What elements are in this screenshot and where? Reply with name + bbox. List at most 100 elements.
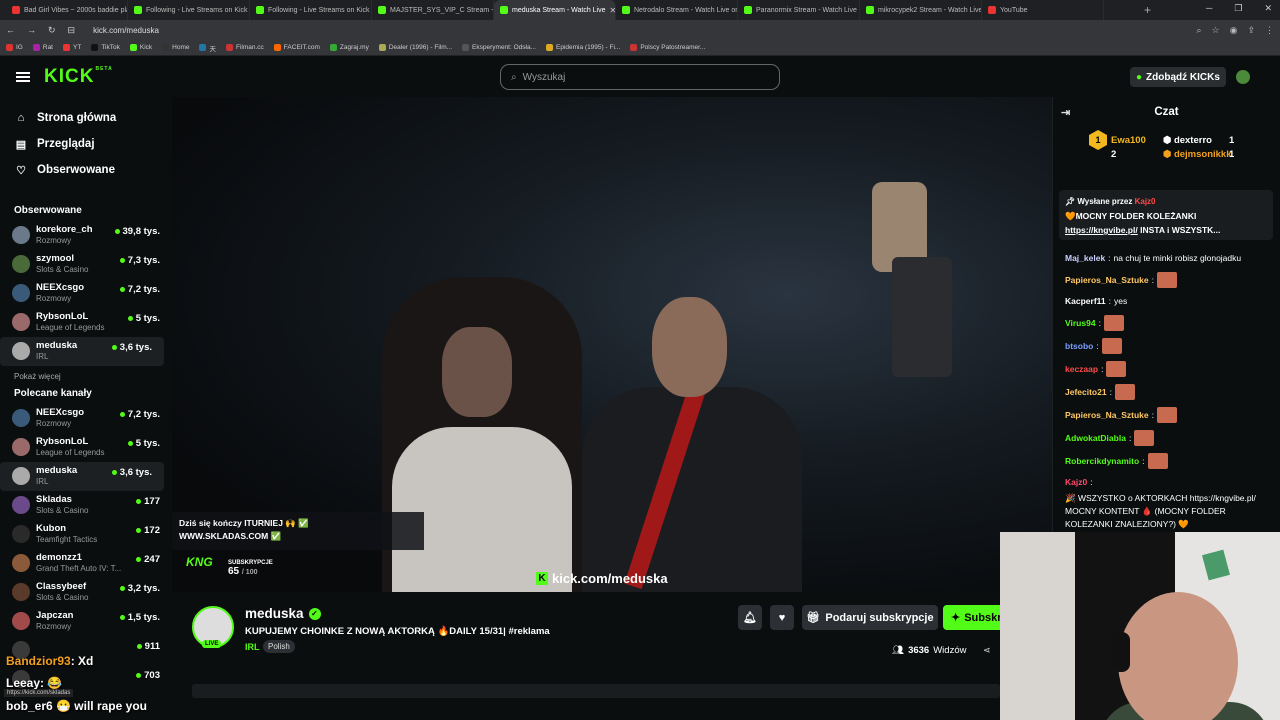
chat-username[interactable]: keczaap bbox=[1065, 363, 1098, 376]
stream-category[interactable]: IRL bbox=[245, 642, 260, 652]
bookmark-item[interactable]: Zagraj.my bbox=[329, 44, 369, 51]
collapse-chat-icon[interactable]: ⇥ bbox=[1061, 106, 1070, 119]
sidebar-channel[interactable]: demonzz1 Grand Theft Auto IV: T... 247 bbox=[0, 549, 172, 578]
browser-tab[interactable]: MAJSTER_SYS_VIP_C Stream - Watch bbox=[372, 0, 494, 20]
extension-icon[interactable]: ◉ bbox=[1230, 25, 1238, 36]
language-tag[interactable]: Polish bbox=[263, 640, 295, 653]
viewers-icon: 👥︎ bbox=[892, 645, 905, 656]
pinned-message[interactable]: 📌︎ Wysłane przez Kajz0 🧡MOCNY FOLDER KOL… bbox=[1059, 190, 1273, 240]
chat-username[interactable]: Papieros_Na_Sztuke bbox=[1065, 274, 1149, 287]
chat-username[interactable]: Jefecito21 bbox=[1065, 386, 1107, 399]
chat-message[interactable]: keczaap: bbox=[1065, 361, 1273, 377]
channel-avatar bbox=[12, 467, 30, 485]
chat-username[interactable]: btsobo bbox=[1065, 340, 1093, 353]
sidebar-channel[interactable]: korekore_ch Rozmowy 39,8 tys. bbox=[0, 221, 172, 250]
zoom-icon[interactable]: ⌕ bbox=[1196, 25, 1201, 36]
new-tab-icon[interactable]: + bbox=[1144, 3, 1151, 17]
chat-username[interactable]: Virus94 bbox=[1065, 317, 1096, 330]
chat-username[interactable]: Robercikdynamito bbox=[1065, 455, 1139, 468]
bookmark-item[interactable]: Eksperyment: Odsła... bbox=[462, 44, 536, 51]
bookmark-item[interactable]: Filman.cc bbox=[225, 44, 264, 51]
video-player[interactable]: Dziś się kończy ITURNIEJ 🙌 ✅ WWW.SKLADAS… bbox=[172, 97, 1052, 592]
nav-home[interactable]: ⌂ Strona główna bbox=[0, 105, 172, 131]
chat-message[interactable]: Maj_kelek: na chuj te minki robisz glonoj… bbox=[1065, 252, 1273, 265]
chat-message[interactable]: Robercikdynamito: bbox=[1065, 453, 1273, 469]
bookmark-item[interactable]: Dealer (1996) - Film... bbox=[378, 44, 452, 51]
subscribe-button[interactable]: ✦Subskrybuj bbox=[943, 605, 1003, 630]
sidebar-channel[interactable]: Kubon Teamfight Tactics 172 bbox=[0, 520, 172, 549]
sidebar-channel[interactable]: RybsonLoL League of Legends 5 tys. bbox=[0, 308, 172, 337]
show-more-link[interactable]: Pokaż więcej bbox=[0, 366, 172, 386]
bookmark-item[interactable]: FACEIT.com bbox=[273, 44, 320, 51]
browser-tab[interactable]: Bad Girl Vibes ~ 2000s baddie playli bbox=[6, 0, 128, 20]
chat-message[interactable]: Kacperf11: yes bbox=[1065, 295, 1273, 308]
tab-favicon-icon bbox=[988, 6, 996, 14]
nav-browse[interactable]: ▤ Przeglądaj bbox=[0, 131, 172, 157]
bookmark-item[interactable]: YT bbox=[63, 44, 81, 51]
sidebar-channel[interactable]: NEEXcsgo Rozmowy 7,2 tys. bbox=[0, 404, 172, 433]
chat-message[interactable]: Papieros_Na_Sztuke: bbox=[1065, 272, 1273, 288]
chat-username[interactable]: AdwokatDiabla bbox=[1065, 432, 1126, 445]
bookmark-item[interactable]: Home bbox=[162, 44, 189, 51]
forward-icon[interactable]: → bbox=[27, 25, 36, 35]
user-avatar[interactable] bbox=[1236, 70, 1250, 84]
sidebar-channel[interactable]: meduska IRL 3,6 tys. bbox=[0, 462, 164, 491]
menu-icon[interactable]: ⋮ bbox=[1265, 25, 1274, 36]
bookmark-item[interactable]: Polscy Patostreamer... bbox=[630, 44, 705, 51]
sidebar-channel[interactable]: NEEXcsgo Rozmowy 7,2 tys. bbox=[0, 279, 172, 308]
get-kicks-button[interactable]: ● Zdobądź KICKs bbox=[1130, 67, 1226, 87]
browser-tab[interactable]: Netrodalo Stream - Watch Live on K bbox=[616, 0, 738, 20]
maximize-icon[interactable]: ❐ bbox=[1234, 3, 1242, 14]
browser-tab[interactable]: Paranormix Stream - Watch Live on K bbox=[738, 0, 860, 20]
follow-button[interactable]: ♥ bbox=[770, 605, 794, 630]
close-window-icon[interactable]: ✕ bbox=[1264, 3, 1272, 14]
bookmark-item[interactable]: Kick bbox=[129, 44, 152, 51]
browser-tab[interactable]: Following - Live Streams on Kick bbox=[250, 0, 372, 20]
sidebar-channel[interactable]: szymool Slots & Casino 7,3 tys. bbox=[0, 250, 172, 279]
chat-username[interactable]: Kacperf11 bbox=[1065, 295, 1106, 308]
site-info-icon[interactable]: ⊟ bbox=[68, 25, 76, 36]
share-icon[interactable]: ⋖ bbox=[983, 645, 991, 656]
pinned-link[interactable]: https://kngvibe.pl/ bbox=[1065, 225, 1138, 235]
url-field[interactable]: kick.com/meduska bbox=[93, 26, 159, 35]
badge-icon: ⬢ bbox=[1163, 135, 1174, 146]
share-icon[interactable]: ⇪ bbox=[1247, 25, 1255, 36]
reload-icon[interactable]: ↻ bbox=[48, 25, 56, 36]
chat-message[interactable]: Papieros_Na_Sztuke: bbox=[1065, 407, 1273, 423]
minimize-icon[interactable]: ─ bbox=[1206, 3, 1212, 14]
tab-favicon-icon bbox=[134, 6, 142, 14]
chat-message[interactable]: AdwokatDiabla: bbox=[1065, 430, 1273, 446]
sidebar-channel[interactable]: RybsonLoL League of Legends 5 tys. bbox=[0, 433, 172, 462]
gift-subs-button[interactable]: 🎁︎ Podaruj subskrypcje bbox=[802, 605, 938, 630]
bookmark-item[interactable]: IG bbox=[6, 44, 23, 51]
browser-tab[interactable]: mikrocypek2 Stream - Watch Live on bbox=[860, 0, 982, 20]
channel-avatar bbox=[12, 226, 30, 244]
hamburger-menu-icon[interactable] bbox=[16, 72, 30, 82]
sidebar-channel[interactable]: Classybeef Slots & Casino 3,2 tys. bbox=[0, 578, 172, 607]
bookmark-item[interactable]: 天 bbox=[199, 43, 216, 53]
star-icon[interactable]: ☆ bbox=[1212, 25, 1220, 36]
chat-message[interactable]: Kajz0: 🎉 WSZYSTKO o AKTORKACH https://kng… bbox=[1065, 476, 1273, 531]
chat-username[interactable]: Maj_kelek bbox=[1065, 252, 1105, 265]
notification-bell-button[interactable]: 🔔︎ bbox=[738, 605, 762, 630]
back-icon[interactable]: ← bbox=[6, 25, 15, 35]
nav-following[interactable]: ♡ Obserwowane bbox=[0, 157, 172, 183]
chat-username[interactable]: Kajz0 bbox=[1065, 476, 1087, 489]
browser-tab[interactable]: Following - Live Streams on Kick bbox=[128, 0, 250, 20]
sidebar-channel[interactable]: Japczan Rozmowy 1,5 tys. bbox=[0, 607, 172, 636]
bookmark-item[interactable]: Rat bbox=[32, 44, 53, 51]
chat-message[interactable]: btsobo: bbox=[1065, 338, 1273, 354]
chat-message[interactable]: Virus94: bbox=[1065, 315, 1273, 331]
chat-message[interactable]: Jefecito21: bbox=[1065, 384, 1273, 400]
kick-logo[interactable]: KICKBETA bbox=[44, 66, 113, 88]
chat-username[interactable]: Papieros_Na_Sztuke bbox=[1065, 409, 1149, 422]
browser-tab[interactable]: meduska Stream - Watch Live ✕ bbox=[494, 0, 616, 20]
sidebar-channel[interactable]: Skladas Slots & Casino 177 bbox=[0, 491, 172, 520]
browser-tab[interactable]: YouTube bbox=[982, 0, 1104, 20]
sidebar-channel[interactable]: meduska IRL 3,6 tys. bbox=[0, 337, 164, 366]
bookmark-item[interactable]: TikTok bbox=[91, 44, 120, 51]
heart-icon: ♡ bbox=[16, 164, 26, 177]
phone-mount bbox=[892, 257, 952, 377]
bookmark-item[interactable]: Epidemia (1995) - Fi... bbox=[546, 44, 620, 51]
search-input[interactable]: ⌕ Wyszukaj bbox=[500, 64, 780, 90]
